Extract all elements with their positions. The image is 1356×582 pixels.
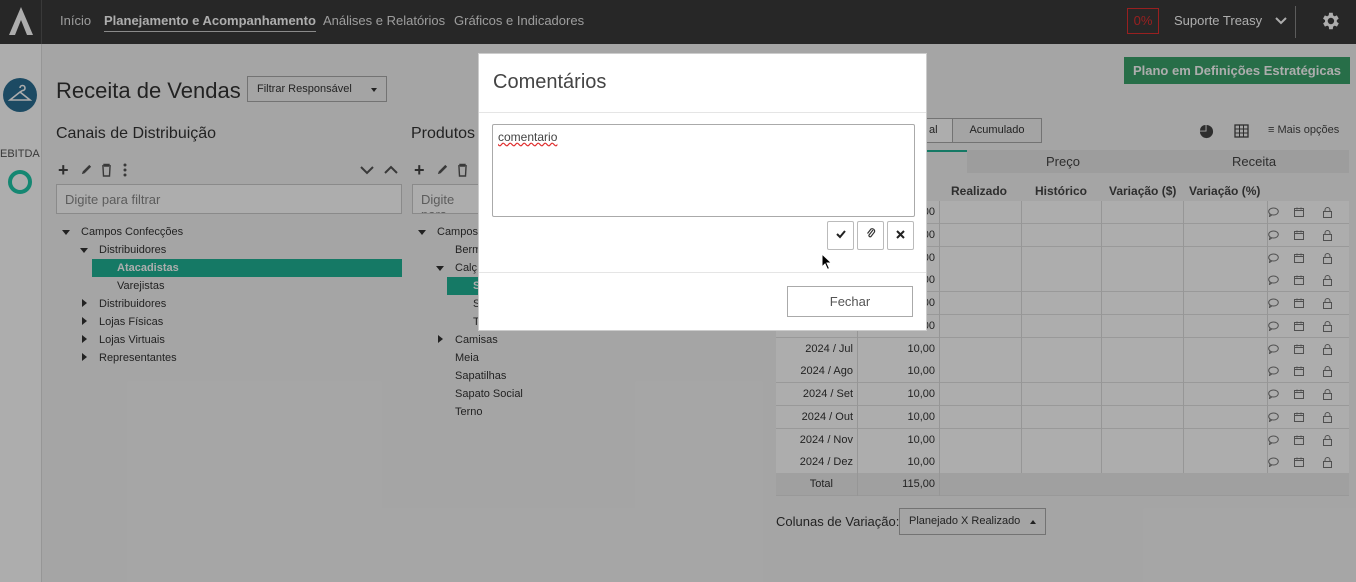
mouse-cursor-icon — [821, 252, 833, 274]
close-icon — [896, 228, 905, 242]
comment-text: comentario — [498, 130, 558, 144]
check-icon — [835, 228, 846, 242]
comments-modal: Comentários comentario Fechar — [478, 53, 927, 331]
cancel-comment-button[interactable] — [887, 221, 914, 250]
paperclip-icon — [866, 228, 876, 242]
divider — [479, 112, 926, 113]
confirm-comment-button[interactable] — [827, 221, 854, 250]
close-button[interactable]: Fechar — [787, 286, 913, 317]
modal-title: Comentários — [493, 71, 607, 93]
comment-textarea[interactable]: comentario — [492, 124, 915, 217]
attach-button[interactable] — [857, 221, 884, 250]
divider — [479, 272, 926, 273]
